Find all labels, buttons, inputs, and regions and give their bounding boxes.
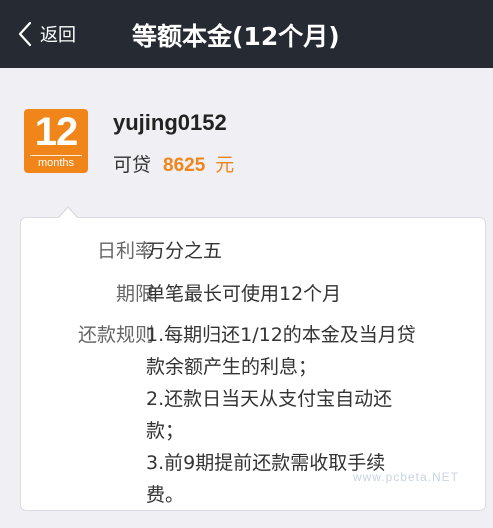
term-value: 单笔最长可使用12个月 xyxy=(146,283,342,305)
credit-amount: 8625 xyxy=(163,155,206,176)
rule-line: 1.每期归还1/12的本金及当月贷 xyxy=(146,324,416,346)
credit-label: 可贷 xyxy=(113,154,152,176)
logo-number: 12 xyxy=(34,110,79,154)
card-pointer-fill xyxy=(58,208,78,219)
rule-line: 2.还款日当天从支付宝自动还 xyxy=(146,388,393,410)
rule-line: 款； xyxy=(146,420,185,442)
credit-unit: 元 xyxy=(215,154,235,176)
watermark: www.pcbeta.NET xyxy=(352,470,459,484)
months-logo: 12 months xyxy=(24,109,88,173)
repayment-rules-label: 还款规则 xyxy=(77,324,154,346)
page-title: 等额本金(12个月) xyxy=(132,22,340,51)
back-label: 返回 xyxy=(40,25,76,46)
rule-line: 款余额产生的利息； xyxy=(146,356,318,378)
account-summary: 12 months yujing0152 可贷 8625 元 xyxy=(0,68,493,210)
chevron-left-icon xyxy=(18,21,32,47)
back-button[interactable]: 返回 xyxy=(18,18,76,50)
loan-detail-card: 日利率 万分之五 期限 单笔最长可使用12个月 还款规则 1.每期归还1/12的… xyxy=(20,217,486,511)
logo-caption: months xyxy=(37,157,75,169)
navigation-bar: 返回 等额本金(12个月) xyxy=(0,0,493,68)
daily-rate-value: 万分之五 xyxy=(146,240,223,262)
username: yujing0152 xyxy=(113,110,227,135)
credit-row: 可贷 8625 元 xyxy=(113,150,234,177)
